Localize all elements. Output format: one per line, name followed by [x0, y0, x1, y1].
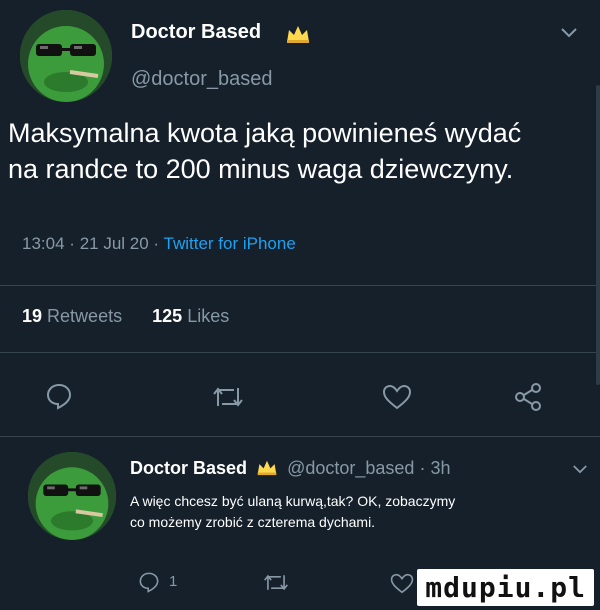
tweet-text-line: Maksymalna kwota jaką powinieneś wydać: [8, 118, 522, 148]
tweet-date[interactable]: 21 Jul 20: [80, 234, 149, 253]
reply-text-line: A więc chcesz być ulaną kurwą,tak? OK, z…: [130, 493, 456, 509]
display-name[interactable]: Doctor Based: [131, 21, 261, 43]
reply-count: 1: [169, 573, 178, 590]
retweets-count: 19: [22, 306, 43, 326]
likes-label: Likes: [187, 306, 230, 326]
separator: ·: [153, 234, 160, 253]
retweet-icon[interactable]: [212, 384, 244, 410]
reply-icon[interactable]: [45, 382, 73, 410]
like-icon[interactable]: [390, 573, 414, 594]
scrollbar[interactable]: [596, 85, 600, 385]
reply-age[interactable]: 3h: [430, 458, 450, 478]
reply-icon[interactable]: [138, 571, 160, 593]
tweet-text-line: na randce to 200 minus waga dziewczyny.: [8, 154, 514, 184]
reply-text: A więc chcesz być ulaną kurwą,tak? OK, z…: [130, 491, 455, 533]
avatar-image: [20, 10, 112, 102]
tweet-source-link[interactable]: Twitter for iPhone: [164, 234, 296, 253]
likes-count: 125: [152, 306, 183, 326]
tweet-time[interactable]: 13:04: [22, 234, 65, 253]
tweet-stats: 19 Retweets 125 Likes: [22, 306, 229, 327]
reply-handle[interactable]: @doctor_based: [287, 458, 414, 478]
reply-header: Doctor Based @doctor_based · 3h: [130, 458, 450, 479]
retweets-stat[interactable]: 19 Retweets: [22, 306, 127, 326]
watermark: mdupiu.pl: [417, 569, 594, 606]
reply-display-name[interactable]: Doctor Based: [130, 458, 247, 478]
divider: [0, 285, 600, 286]
tweet-meta: 13:04 · 21 Jul 20 · Twitter for iPhone: [22, 234, 296, 254]
reply-text-line: co możemy zrobić z czterema dychami.: [130, 514, 376, 530]
reply-avatar[interactable]: [28, 452, 116, 540]
likes-stat[interactable]: 125 Likes: [152, 306, 229, 326]
avatar-image: [28, 452, 116, 540]
chevron-down-icon[interactable]: [560, 27, 578, 39]
separator: ·: [69, 234, 75, 253]
like-icon[interactable]: [382, 384, 412, 410]
tweet-text: Maksymalna kwota jaką powinieneś wydać n…: [8, 115, 521, 187]
crown-icon: [256, 459, 278, 476]
retweets-label: Retweets: [47, 306, 123, 326]
divider: [0, 436, 600, 437]
chevron-down-icon[interactable]: [572, 464, 588, 475]
avatar[interactable]: [20, 10, 112, 102]
share-icon[interactable]: [513, 382, 543, 412]
retweet-icon[interactable]: [263, 572, 289, 593]
handle[interactable]: @doctor_based: [131, 68, 273, 90]
divider: [0, 352, 600, 353]
separator: ·: [419, 458, 426, 478]
crown-icon: [285, 24, 311, 44]
